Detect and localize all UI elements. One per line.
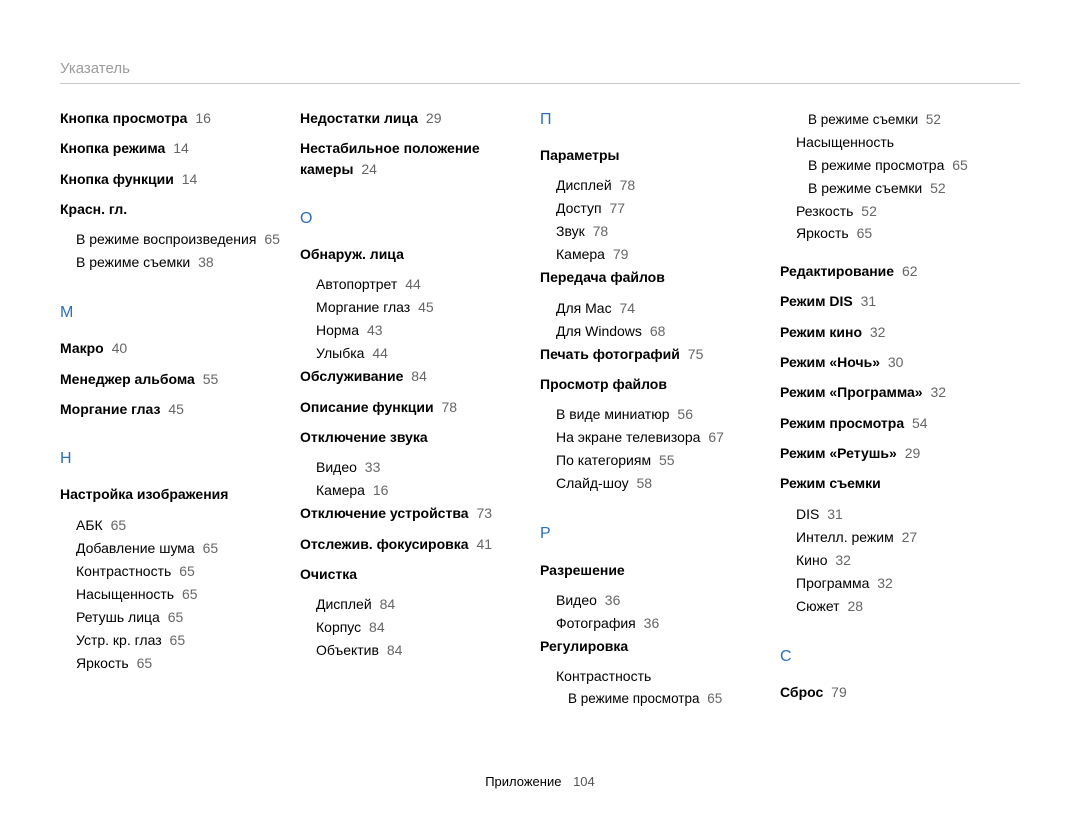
- index-entry[interactable]: Описание функции 78: [300, 397, 520, 417]
- index-subentry[interactable]: Звук 78: [556, 221, 760, 242]
- index-entry[interactable]: Отслежив. фокусировка 41: [300, 534, 520, 554]
- index-subentry[interactable]: Программа 32: [796, 573, 1000, 594]
- index-entry[interactable]: Передача файлов: [540, 267, 760, 287]
- index-entry[interactable]: Макро 40: [60, 338, 280, 358]
- index-subentry[interactable]: DIS 31: [796, 504, 1000, 525]
- index-entry[interactable]: Сброс 79: [780, 682, 1000, 702]
- index-subentry[interactable]: В виде миниатюр 56: [556, 404, 760, 425]
- index-subentry[interactable]: Норма 43: [316, 320, 520, 341]
- index-subentry[interactable]: В режиме просмотра 65: [568, 689, 760, 709]
- index-subentry[interactable]: Насыщенность 65: [76, 584, 280, 605]
- index-entry[interactable]: Нестабильное положение камеры 24: [300, 138, 520, 179]
- index-entry[interactable]: Яркость 65: [780, 223, 1000, 243]
- index-letter: Н: [60, 447, 280, 470]
- index-subentry[interactable]: Камера 16: [316, 480, 520, 501]
- index-entry[interactable]: Печать фотографий 75: [540, 344, 760, 364]
- index-letter: О: [300, 207, 520, 230]
- footer-page: 104: [573, 774, 595, 789]
- index-subentry[interactable]: В режиме съемки 38: [76, 252, 280, 273]
- index-subentry[interactable]: Добавление шума 65: [76, 538, 280, 559]
- index-subentry[interactable]: Объектив 84: [316, 640, 520, 661]
- index-entry[interactable]: Красн. гл.: [60, 199, 280, 219]
- index-entry[interactable]: Режим DIS 31: [780, 291, 1000, 311]
- index-subentry[interactable]: Доступ 77: [556, 198, 760, 219]
- index-subentry[interactable]: Камера 79: [556, 244, 760, 265]
- page-footer: Приложение 104: [0, 774, 1080, 789]
- index-entry[interactable]: Режим «Программа» 32: [780, 382, 1000, 402]
- index-letter: С: [780, 645, 1000, 668]
- index-entry[interactable]: Режим съемки: [780, 473, 1000, 493]
- index-entry[interactable]: Параметры: [540, 145, 760, 165]
- index-entry[interactable]: Режим кино 32: [780, 322, 1000, 342]
- index-entry[interactable]: Режим «Ретушь» 29: [780, 443, 1000, 463]
- index-page: Указатель Кнопка просмотра 16 Кнопка режи…: [0, 0, 1080, 815]
- index-entry[interactable]: Недостатки лица 29: [300, 108, 520, 128]
- index-subentry[interactable]: Фотография 36: [556, 613, 760, 634]
- index-subentry[interactable]: Ретушь лица 65: [76, 607, 280, 628]
- index-entry[interactable]: Режим просмотра 54: [780, 413, 1000, 433]
- index-subentry[interactable]: Для Mac 74: [556, 298, 760, 319]
- index-subentry[interactable]: В режиме воспроизведения 65: [76, 229, 280, 250]
- index-subentry[interactable]: Дисплей 78: [556, 175, 760, 196]
- index-entry[interactable]: Кнопка просмотра 16: [60, 108, 280, 128]
- index-subentry[interactable]: Слайд-шоу 58: [556, 473, 760, 494]
- index-subentry[interactable]: Улыбка 44: [316, 343, 520, 364]
- index-entry[interactable]: Насыщенность: [780, 132, 1000, 152]
- index-entry[interactable]: Моргание глаз 45: [60, 399, 280, 419]
- index-subentry[interactable]: Яркость 65: [76, 653, 280, 674]
- index-subentry[interactable]: Видео 33: [316, 457, 520, 478]
- index-entry[interactable]: Обнаруж. лица: [300, 244, 520, 264]
- index-entry[interactable]: Просмотр файлов: [540, 374, 760, 394]
- index-letter: М: [60, 301, 280, 324]
- index-subentry[interactable]: По категориям 55: [556, 450, 760, 471]
- index-subentry[interactable]: На экране телевизора 67: [556, 427, 760, 448]
- index-subentry[interactable]: Сюжет 28: [796, 596, 1000, 617]
- index-entry[interactable]: Регулировка: [540, 636, 760, 656]
- index-entry[interactable]: Отключение звука: [300, 427, 520, 447]
- index-entry[interactable]: Отключение устройства 73: [300, 503, 520, 523]
- index-subentry[interactable]: Видео 36: [556, 590, 760, 611]
- index-entry[interactable]: Менеджер альбома 55: [60, 369, 280, 389]
- index-entry[interactable]: Режим «Ночь» 30: [780, 352, 1000, 372]
- index-entry[interactable]: Редактирование 62: [780, 261, 1000, 281]
- footer-label: Приложение: [485, 774, 561, 789]
- index-subentry[interactable]: Кино 32: [796, 550, 1000, 571]
- index-entry[interactable]: Настройка изображения: [60, 484, 280, 504]
- index-subentry[interactable]: Дисплей 84: [316, 594, 520, 615]
- index-subentry[interactable]: Автопортрет 44: [316, 274, 520, 295]
- index-subentry[interactable]: Устр. кр. глаз 65: [76, 630, 280, 651]
- index-subentry[interactable]: В режиме просмотра 65: [808, 155, 1000, 176]
- index-entry[interactable]: Кнопка функции 14: [60, 169, 280, 189]
- index-entry[interactable]: Очистка: [300, 564, 520, 584]
- index-subentry[interactable]: Контрастность: [556, 666, 760, 687]
- index-entry[interactable]: Разрешение: [540, 560, 760, 580]
- index-entry[interactable]: Обслуживание 84: [300, 366, 520, 386]
- index-subentry[interactable]: Для Windows 68: [556, 321, 760, 342]
- index-subentry[interactable]: Моргание глаз 45: [316, 297, 520, 318]
- index-subentry[interactable]: В режиме съемки 52: [808, 110, 1000, 130]
- index-subentry[interactable]: Контрастность 65: [76, 561, 280, 582]
- index-subentry[interactable]: Интелл. режим 27: [796, 527, 1000, 548]
- index-subentry[interactable]: Корпус 84: [316, 617, 520, 638]
- index-letter: Р: [540, 522, 760, 545]
- index-entry[interactable]: Резкость 52: [780, 201, 1000, 221]
- index-columns: Кнопка просмотра 16 Кнопка режима 14 Кнопк…: [60, 108, 1020, 712]
- page-title: Указатель: [60, 60, 1020, 84]
- index-subentry[interactable]: В режиме съемки 52: [808, 178, 1000, 199]
- index-letter: П: [540, 108, 760, 131]
- index-entry[interactable]: Кнопка режима 14: [60, 138, 280, 158]
- index-subentry[interactable]: АБК 65: [76, 515, 280, 536]
